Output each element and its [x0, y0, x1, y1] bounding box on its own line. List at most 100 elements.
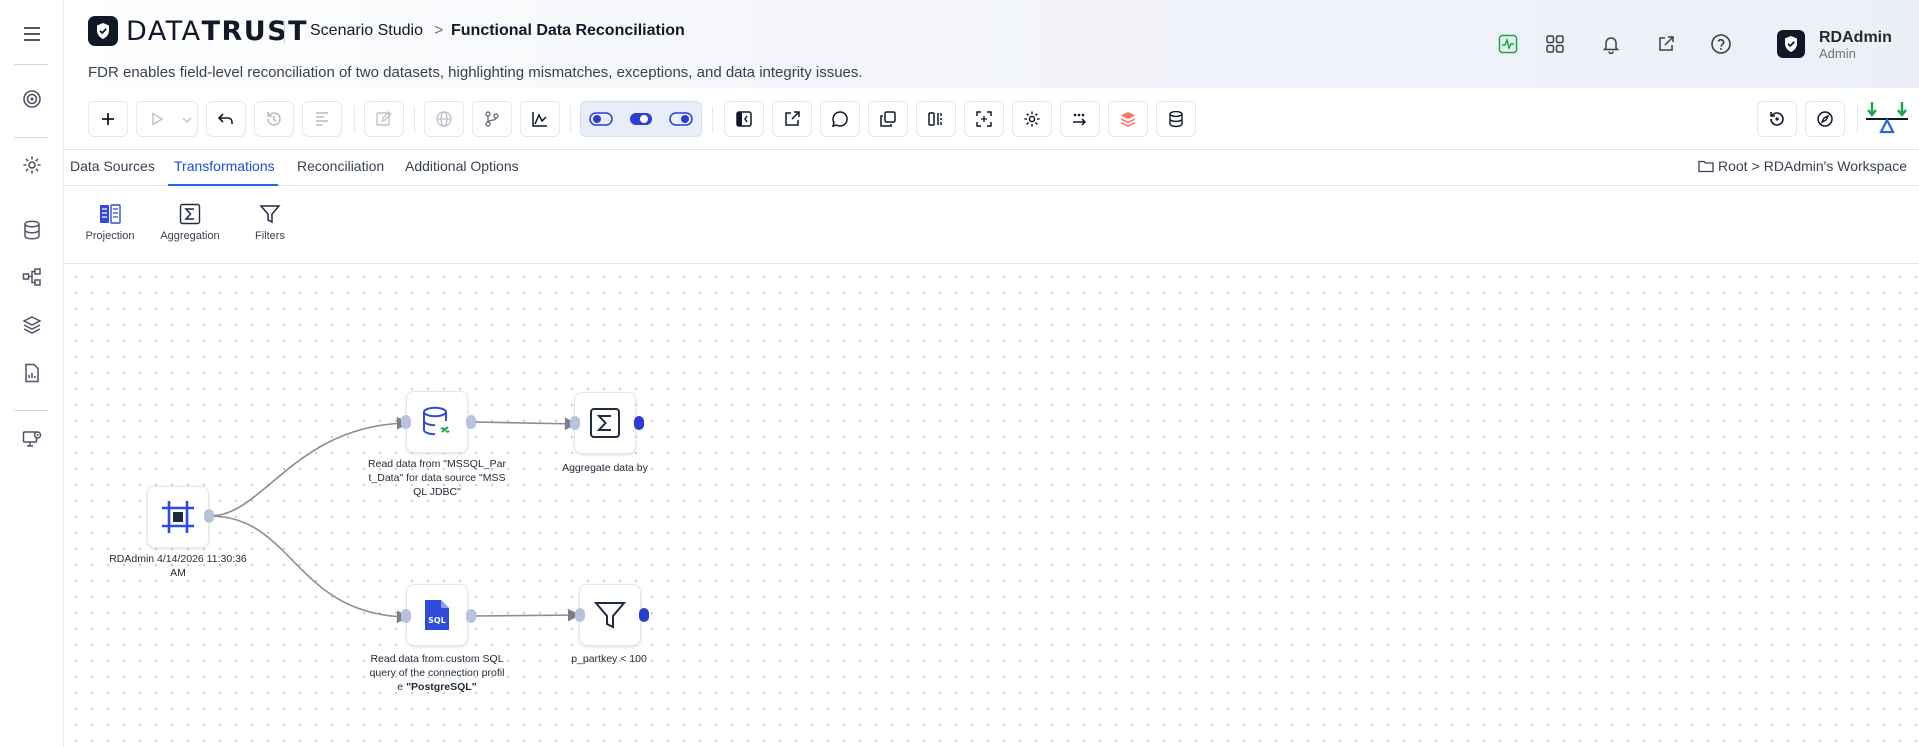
comment-icon [831, 111, 848, 128]
reconcile-scale-icon[interactable] [1864, 100, 1910, 140]
palette-label: Aggregation [160, 230, 220, 242]
user-name[interactable]: RDAdmin [1819, 29, 1892, 47]
globe-button[interactable] [424, 101, 464, 137]
undo-button[interactable] [206, 101, 246, 137]
flow-node-label: Read data from "MSSQL_Part_Data" for dat… [368, 458, 506, 498]
active-tab-indicator [168, 184, 278, 186]
workspace-name[interactable]: RDAdmin's Workspace [1764, 158, 1907, 174]
palette-item-filters[interactable]: Filters [235, 201, 305, 242]
filter-icon [593, 602, 627, 629]
projection-icon [97, 201, 123, 227]
stack-icon [1120, 112, 1136, 127]
node-port[interactable] [570, 416, 580, 430]
avatar[interactable] [1777, 30, 1805, 58]
workspace-root[interactable]: Root [1718, 158, 1748, 174]
tab-data-sources[interactable]: Data Sources [70, 158, 155, 174]
help-icon[interactable] [1707, 30, 1735, 58]
flow-node-aggregate[interactable] [574, 392, 636, 454]
undo-icon [217, 113, 233, 124]
layers-icon[interactable] [18, 311, 46, 339]
toggle-left-icon [589, 112, 613, 126]
compass-button[interactable] [1805, 101, 1845, 137]
sql-file-icon: SQL [425, 600, 449, 630]
flow-canvas[interactable]: RDAdmin 4/14/2026 11:30:36 AM Read data … [64, 265, 1919, 747]
node-port[interactable] [575, 608, 585, 622]
flow-edges [209, 416, 581, 624]
sql-source-profile: "PostgreSQL" [406, 681, 477, 693]
stack-button[interactable] [1108, 101, 1148, 137]
apps-grid-icon[interactable] [1541, 30, 1569, 58]
node-port[interactable] [204, 509, 214, 523]
nodes-icon[interactable] [18, 263, 46, 291]
toggle-center-button[interactable] [621, 102, 661, 136]
palette-item-aggregation[interactable]: Aggregation [155, 201, 225, 242]
transfer-button[interactable] [1060, 101, 1100, 137]
run-button[interactable] [136, 101, 198, 137]
menu-icon[interactable] [18, 20, 46, 48]
node-port[interactable] [466, 415, 476, 429]
flow-node-mssql-source[interactable] [406, 391, 468, 453]
palette-label: Projection [85, 230, 135, 242]
comment-button[interactable] [820, 101, 860, 137]
tab-bar: Data Sources Transformations Reconciliat… [64, 150, 1919, 186]
node-port-output[interactable] [634, 416, 644, 430]
tab-additional-options[interactable]: Additional Options [405, 158, 519, 174]
add-button[interactable] [88, 101, 128, 137]
node-port[interactable] [401, 415, 411, 429]
workspace-breadcrumb[interactable]: Root > RDAdmin's Workspace [1698, 158, 1907, 174]
schema-icon [316, 112, 328, 126]
filter-icon [257, 201, 283, 227]
restore-button[interactable] [1757, 101, 1797, 137]
run-icon [152, 112, 164, 126]
scan-button[interactable] [964, 101, 1004, 137]
edge-mssql-to-aggregate [472, 417, 578, 431]
compass-icon [1817, 111, 1833, 127]
history-button[interactable] [254, 101, 294, 137]
tab-transformations[interactable]: Transformations [174, 158, 275, 174]
edge-sql-to-filter [472, 608, 581, 622]
monitor-settings-icon[interactable] [18, 425, 46, 453]
edit-button[interactable] [364, 101, 404, 137]
chart-button[interactable] [520, 101, 560, 137]
left-rail [0, 0, 64, 747]
branch-button[interactable] [472, 101, 512, 137]
share-button[interactable] [772, 101, 812, 137]
tab-reconciliation[interactable]: Reconciliation [297, 158, 384, 174]
flow-node-sql-source[interactable]: SQL [406, 584, 468, 646]
flow-node-label: RDAdmin 4/14/2026 11:30:36 AM [109, 553, 247, 579]
toolbar-divider [712, 106, 713, 132]
node-port[interactable] [401, 609, 411, 623]
gear-icon[interactable] [18, 151, 46, 179]
frame-icon [162, 501, 194, 533]
flow-node-filter[interactable] [579, 584, 641, 646]
external-link-icon[interactable] [1652, 30, 1680, 58]
split-button[interactable] [916, 101, 956, 137]
breadcrumb-scenario-studio[interactable]: Scenario Studio [310, 22, 423, 40]
toggle-right-button[interactable] [661, 102, 701, 136]
app-logo: DATATRUST [126, 16, 308, 47]
settings-icon [1024, 111, 1040, 127]
logo-text-trust: TRUST [201, 16, 309, 47]
sigma-icon [590, 408, 620, 438]
collapse-panel-button[interactable] [724, 101, 764, 137]
edit-icon [376, 111, 392, 126]
node-port[interactable] [466, 609, 476, 623]
palette-item-projection[interactable]: Projection [75, 201, 145, 242]
database-icon[interactable] [18, 216, 46, 244]
toggle-left-button[interactable] [581, 102, 621, 136]
settings-button[interactable] [1012, 101, 1052, 137]
flow-node-start[interactable] [147, 486, 209, 548]
database-button[interactable] [1156, 101, 1196, 137]
rail-divider [14, 64, 48, 65]
target-icon[interactable] [18, 85, 46, 113]
toolbar [64, 88, 1919, 150]
copy-button[interactable] [868, 101, 908, 137]
schema-button[interactable] [302, 101, 342, 137]
app-header: DATATRUST Scenario Studio > Functional D… [64, 0, 1919, 88]
toolbar-divider [354, 106, 355, 132]
report-icon[interactable] [18, 359, 46, 387]
bell-icon[interactable] [1597, 30, 1625, 58]
node-port-output[interactable] [639, 608, 649, 622]
header-divider [284, 20, 285, 44]
activity-icon[interactable] [1494, 30, 1522, 58]
